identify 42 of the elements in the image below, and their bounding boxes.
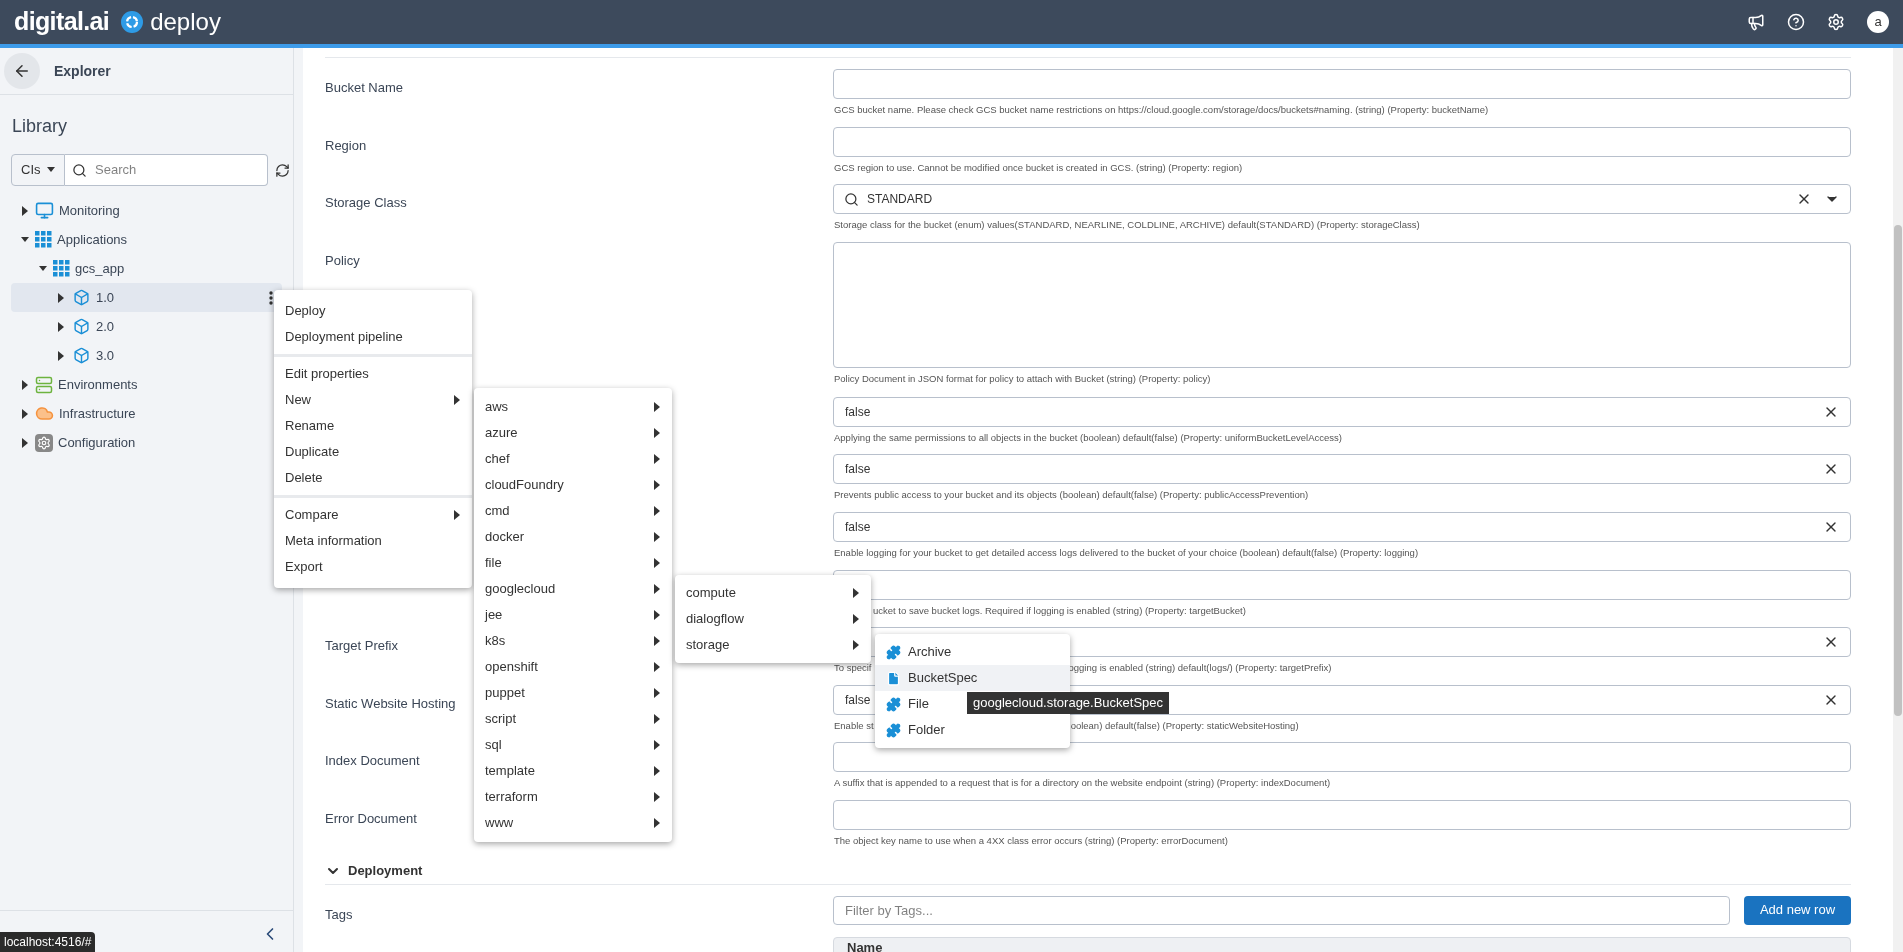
help-text: Policy Document in JSON format for policy to attach with Bucket (string) (Property: policy) <box>834 371 1211 385</box>
field-label: Storage Class <box>325 195 407 211</box>
panel-title: Explorer <box>54 61 111 81</box>
input-value: false <box>845 691 871 709</box>
tree-label: Monitoring <box>59 201 120 220</box>
input-value: false <box>845 403 871 421</box>
field-label: Index Document <box>325 753 420 769</box>
help-text: Enable logging for your bucket to get detailed access logs delivered to the bucket of your choice (boolean) default(false) (Property: logging) <box>834 545 1419 559</box>
help-text: Enable st <box>834 718 874 732</box>
tree-label: Applications <box>57 230 128 249</box>
select-value: STANDARD <box>867 191 933 209</box>
help-text: oolean) default(false) (Property: staticWebsiteHosting) <box>1070 718 1299 732</box>
tooltip: googlecloud.storage.BucketSpec <box>967 692 1170 714</box>
tree-label: 3.0 <box>96 346 115 365</box>
field-label: Static Website Hosting <box>325 695 456 711</box>
help-text: ogging is enabled (string) default(logs/) (Property: targetPrefix) <box>1068 661 1332 675</box>
help-text: Prevents public access to your bucket and its objects (boolean) default(false) (Property: publicAccessPrevention) <box>834 488 1309 502</box>
field-label: Bucket Name <box>325 80 404 95</box>
field-label: Tags <box>325 906 353 922</box>
field-label: Region <box>325 137 367 153</box>
tree-label: Infrastructure <box>59 404 136 423</box>
input-value: false <box>845 461 871 479</box>
help-text: To specif <box>834 661 872 675</box>
status-url: localhost:4516/# <box>0 932 96 952</box>
tree-label: gcs_app <box>75 259 125 278</box>
help-text: GCS region to use. Cannot be modified once bucket is created in GCS. (string) (Property: region) <box>834 160 1243 174</box>
input-value: false <box>845 518 871 536</box>
help-text: A suffix that is appended to a request that is for a directory on the website endpoint (string) (Property: indexDocument) <box>834 776 1331 790</box>
help-text: The object key name to use when a 4XX class error occurs (string) (Property: errorDocument) <box>834 833 1228 847</box>
field-label: Error Document <box>325 810 417 826</box>
tree-label: 2.0 <box>96 317 115 336</box>
help-text: GCS bucket name. Please check GCS bucket name restrictions on https://cloud.google.com/storage/docs/buckets#naming. (string) (Property: bucketName) <box>834 103 1489 116</box>
field-label: Target Prefix <box>325 638 398 654</box>
tree-label: 1.0 <box>96 288 115 307</box>
help-text: Storage class for the bucket (enum) values(STANDARD, NEARLINE, COLDLINE, ARCHIVE) default(STANDARD) (Property: storageClass) <box>834 218 1420 232</box>
help-text: ucket to save bucket logs. Required if logging is enabled (string) (Property: targetBucket) <box>873 603 1246 617</box>
field-label: Policy <box>325 252 360 268</box>
library-title: Library <box>12 115 69 138</box>
tree-label: Environments <box>58 375 138 394</box>
tree-label: Configuration <box>58 433 136 452</box>
help-text: Applying the same permissions to all objects in the bucket (boolean) default(false) (Property: uniformBucketLevelAccess) <box>834 430 1342 444</box>
product-name: deploy <box>150 7 221 37</box>
